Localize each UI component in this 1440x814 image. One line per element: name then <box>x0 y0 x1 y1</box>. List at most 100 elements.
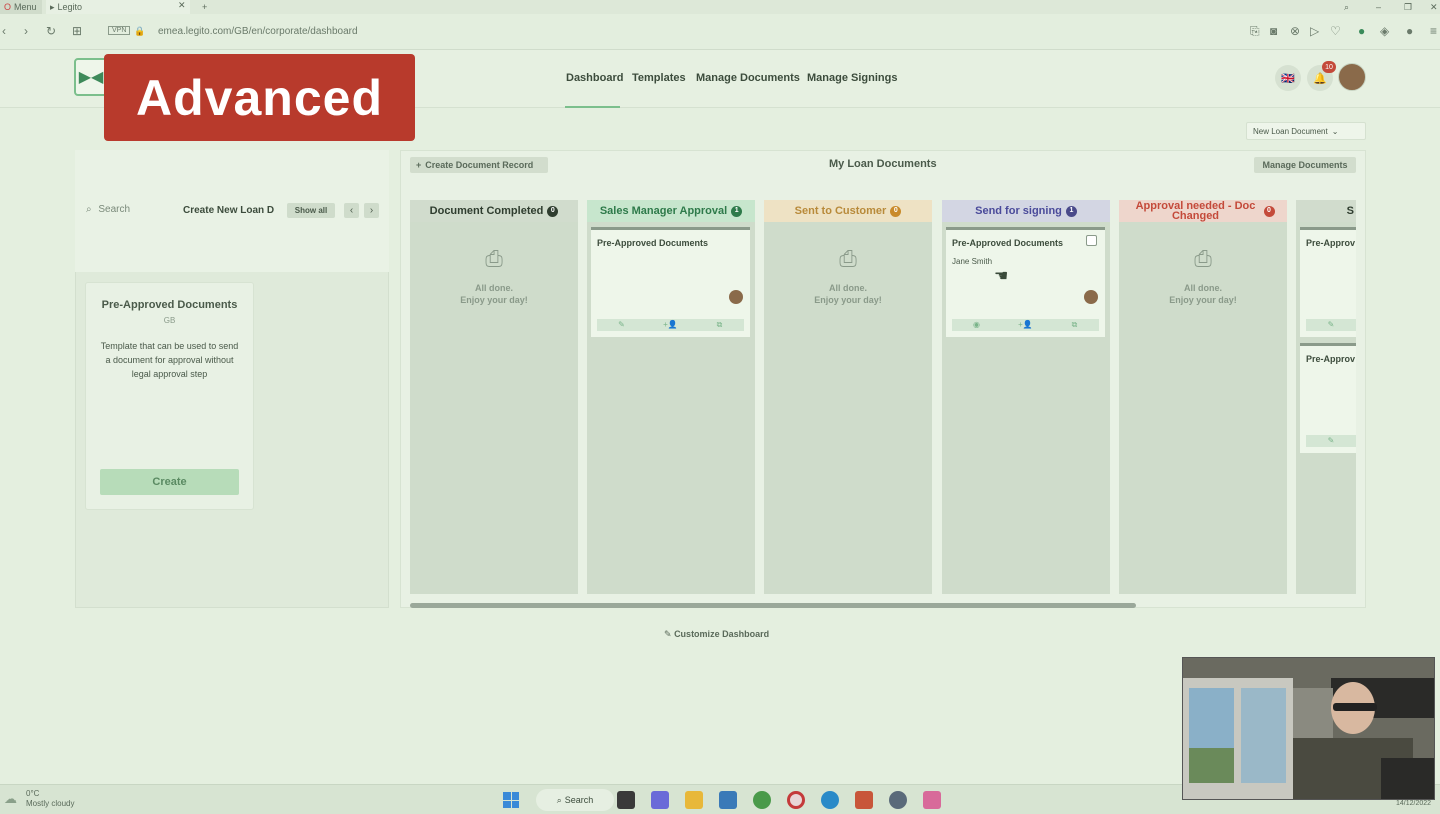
customize-dashboard-link[interactable]: ✎ Customize Dashboard <box>664 629 769 640</box>
legito-tab-icon: ▸ <box>50 1 55 12</box>
search-tabs-icon[interactable]: ⌕ <box>1340 0 1349 14</box>
camera-icon[interactable]: ◙ <box>1270 24 1277 38</box>
card-checkbox[interactable] <box>1086 235 1097 246</box>
card-actions: ✎ <box>1306 435 1356 447</box>
slack-icon[interactable] <box>923 791 941 809</box>
show-all-button[interactable]: Show all <box>287 203 335 218</box>
extension-icon[interactable]: ⎘ <box>1250 24 1260 39</box>
create-button[interactable]: Create <box>100 469 239 495</box>
player-icon[interactable]: ▷ <box>1310 24 1319 38</box>
plus-icon: + <box>416 160 422 170</box>
bell-icon: 🔔 <box>1313 72 1327 85</box>
document-card[interactable]: Pre-Approv ✎ <box>1300 227 1356 337</box>
profile-icon[interactable]: ● <box>1406 24 1413 38</box>
restore-icon[interactable]: ❐ <box>1400 0 1412 14</box>
minimize-icon[interactable]: – <box>1372 0 1381 14</box>
settings-icon[interactable] <box>889 791 907 809</box>
document-type-select[interactable]: New Loan Document ⌄ <box>1246 122 1366 140</box>
card-actions: ◉ +👤 ⧉ <box>952 319 1099 331</box>
cube-icon[interactable]: ◈ <box>1380 24 1389 38</box>
browser-tab-bar: O Menu ▸ Legito ✕ + ⌕ – ❐ ✕ <box>0 0 1440 14</box>
document-card[interactable]: Pre-Approved Documents ✎ +👤 ⧉ <box>591 227 750 337</box>
file-explorer-icon[interactable] <box>685 791 703 809</box>
assignee-avatar <box>1084 290 1098 304</box>
nav-manage-documents[interactable]: Manage Documents <box>696 72 800 84</box>
column-header: Sent to Customer 0 <box>764 200 932 222</box>
heart-icon[interactable]: ♡ <box>1330 24 1341 38</box>
inbox-icon: ⎙ <box>1194 246 1212 271</box>
edge-icon[interactable] <box>821 791 839 809</box>
empty-state-text: All done. Enjoy your day! <box>1169 283 1237 305</box>
chrome-icon[interactable] <box>753 791 771 809</box>
teams-icon[interactable] <box>651 791 669 809</box>
store-icon[interactable] <box>719 791 737 809</box>
card-title: Pre-Approved Documents <box>597 238 709 248</box>
column-count-badge: 1 <box>731 205 743 217</box>
horizontal-scrollbar[interactable] <box>410 603 1136 608</box>
inbox-icon: ⎙ <box>485 246 503 271</box>
card-assignee: Jane Smith <box>952 257 993 266</box>
nav-templates[interactable]: Templates <box>632 72 686 84</box>
document-card[interactable]: Pre-Approved Documents Jane Smith ☚ ◉ +👤… <box>946 227 1105 337</box>
close-window-icon[interactable]: ✕ <box>1426 0 1438 14</box>
vpn-badge[interactable]: VPN <box>108 26 131 35</box>
create-new-label: Create New Loan D <box>183 205 275 216</box>
nav-dashboard[interactable]: Dashboard <box>566 72 623 84</box>
create-document-record-button[interactable]: + Create Document Record <box>410 157 548 173</box>
adblock-icon[interactable]: ⊗ <box>1290 24 1300 38</box>
empty-state-text: All done. Enjoy your day! <box>460 283 528 305</box>
search-icon: ⌕ <box>556 794 562 805</box>
cloud-icon: ☁ <box>4 791 17 806</box>
board-title: My Loan Documents <box>829 158 937 170</box>
browser-tab-legito[interactable]: ▸ Legito ✕ <box>46 0 190 14</box>
powerpoint-icon[interactable] <box>855 791 873 809</box>
open-external-icon[interactable]: ⧉ <box>1050 319 1099 331</box>
url-input[interactable]: emea.legito.com/GB/en/corporate/dashboar… <box>158 26 358 37</box>
template-title: Pre-Approved Documents <box>101 299 238 311</box>
reload-icon[interactable]: ↻ <box>46 24 56 38</box>
windows-start-icon[interactable] <box>503 792 519 808</box>
close-tab-icon[interactable]: ✕ <box>178 0 186 11</box>
nav-manage-signings[interactable]: Manage Signings <box>807 72 897 84</box>
column-count-badge: 1 <box>1065 205 1077 217</box>
opera-icon[interactable] <box>787 791 805 809</box>
chevron-right-icon[interactable]: › <box>364 203 379 218</box>
menu-icon[interactable]: ≡ <box>1430 24 1437 38</box>
inbox-icon: ⎙ <box>839 246 857 271</box>
template-search-input[interactable]: ⌕ Search <box>86 204 130 215</box>
forward-icon[interactable]: › <box>24 24 28 38</box>
edit-icon[interactable]: ✎ <box>1306 319 1356 331</box>
browser-menu-tab[interactable]: O Menu <box>0 0 42 14</box>
pencil-icon: ✎ <box>664 629 672 639</box>
add-user-icon[interactable]: +👤 <box>646 319 695 331</box>
weather-widget[interactable]: 0°C Mostly cloudy <box>26 789 74 809</box>
taskbar-search[interactable]: ⌕ Search <box>536 789 614 811</box>
legito-logo[interactable]: ▶◀ <box>74 58 108 96</box>
card-title: Pre-Approv <box>1306 238 1356 248</box>
tabs-grid-icon[interactable]: ⊞ <box>72 24 82 38</box>
user-avatar[interactable] <box>1338 63 1366 91</box>
column-header: Send for signing 1 <box>942 200 1110 222</box>
taskbar-date: 14/12/2022 <box>1396 800 1432 807</box>
notification-count-badge: 10 <box>1322 61 1336 73</box>
chevron-left-icon[interactable]: ‹ <box>344 203 359 218</box>
open-external-icon[interactable]: ⧉ <box>695 319 744 331</box>
column-count-badge: 0 <box>1263 205 1275 217</box>
language-button[interactable]: 🇬🇧 <box>1275 65 1301 91</box>
extension-green-icon[interactable]: ● <box>1358 24 1365 38</box>
new-tab-icon[interactable]: + <box>198 0 207 14</box>
manage-documents-button[interactable]: Manage Documents <box>1254 157 1356 173</box>
add-user-icon[interactable]: +👤 <box>1001 319 1050 331</box>
edit-icon[interactable]: ✎ <box>1306 435 1356 447</box>
document-card[interactable]: Pre-Approv ✎ <box>1300 343 1356 453</box>
edit-icon[interactable]: ✎ <box>597 319 646 331</box>
task-view-icon[interactable] <box>617 791 635 809</box>
column-count-badge: 0 <box>547 205 559 217</box>
card-title: Pre-Approved Documents <box>952 238 1064 248</box>
assignee-avatar <box>729 290 743 304</box>
column-header: Approval needed - Doc Changed 0 <box>1119 200 1287 222</box>
back-icon[interactable]: ‹ <box>2 24 6 38</box>
active-nav-indicator <box>565 106 620 108</box>
eye-icon[interactable]: ◉ <box>952 319 1001 331</box>
column-header: Sales Manager Approval 1 <box>587 200 755 222</box>
